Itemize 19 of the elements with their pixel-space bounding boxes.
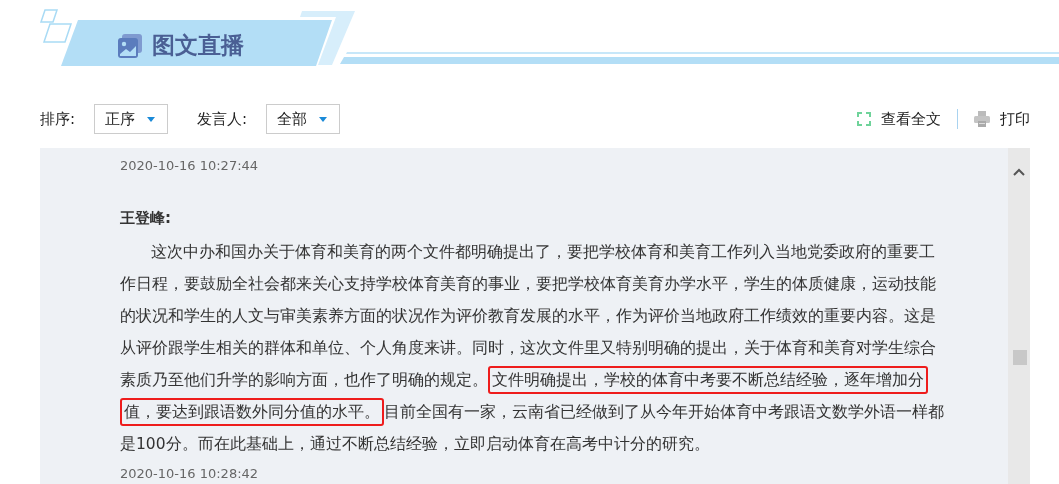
section-title: 图文直播 <box>152 31 244 60</box>
caret-icon <box>319 116 328 122</box>
timestamp: 2020-10-16 10:28:42 <box>120 465 260 483</box>
scroll-thumb[interactable] <box>1013 350 1027 365</box>
dropdown[interactable]: 正序 <box>94 104 169 134</box>
view-full-link[interactable]: 查看全文 <box>857 109 941 129</box>
caret-icon <box>147 116 156 122</box>
dropdown[interactable]: 全部 <box>266 104 341 134</box>
filter-label: 排序: <box>40 109 76 129</box>
timestamp: 2020-10-16 10:27:44 <box>120 157 260 175</box>
transcript-paragraph: 这次中办和国办关于体育和美育的两个文件都明确提出了，要把学校体育和美育工作列入当地党委政府的重要工作日程，要鼓励全社会都来关心支持学校体育美育的事业，要把学校体育美育办学水平，学生的体质健康，运动技能的状况和学生的人文与审美素养方面的状况作为评价教育发展的水平，作为评价当地政府工作绩效的重要内容。这是从评价跟学生相关的群体和单位、个人角度来讲。同时，这次文件里又特别明确的提出，关于体育和美育对学生综合素质乃至他们升学的影响方面，也作了明确的规定。 文件明确提出，学校的体育中考要不断总结经验，逐年增加分值，要达到跟语数外同分值的水平。 目前全国有一家，云南省已经做到了从今年开始体育中考跟语文数学外语一样都是100分。而在此基础上，通过不断总结经验，立即启动体育在高考中计分的研究。 <box>120 242 945 455</box>
filter-label: 发言人: <box>197 109 248 129</box>
printer-icon <box>974 111 990 127</box>
scroll-up-icon[interactable] <box>1013 168 1025 176</box>
speaker-name: 王登峰: <box>120 208 172 229</box>
scrollbar[interactable] <box>1008 148 1030 484</box>
expand-icon <box>857 112 871 126</box>
image-icon <box>118 33 144 58</box>
print-link[interactable]: 打印 <box>974 109 1030 129</box>
